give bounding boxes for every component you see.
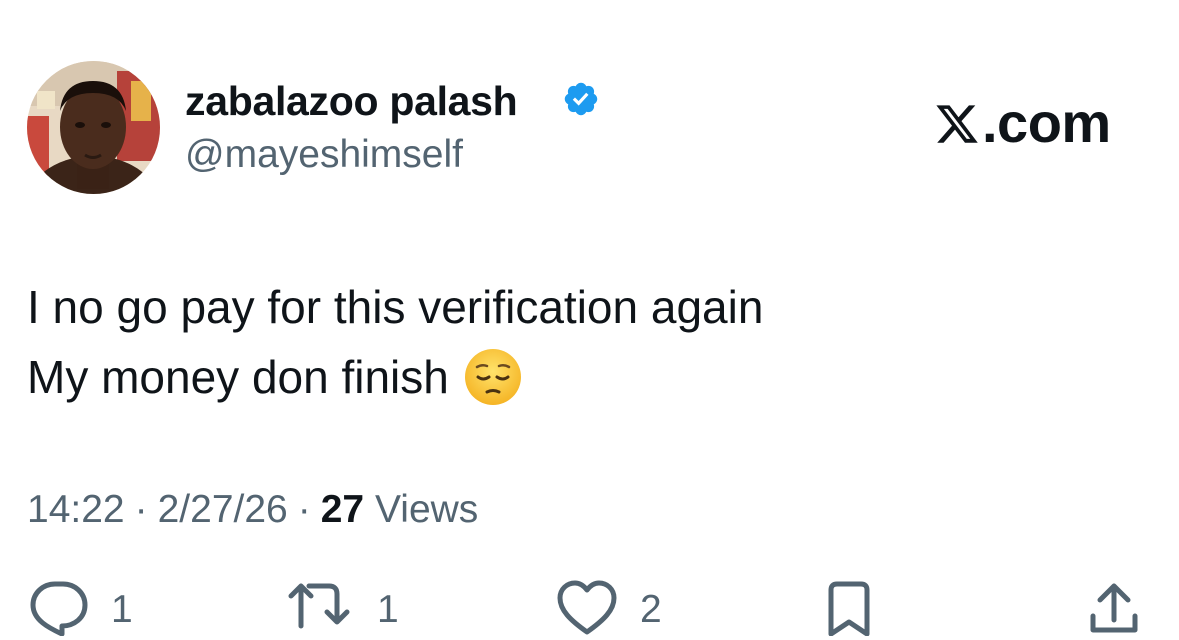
meta-separator: · [297,488,311,531]
heart-icon [556,580,618,636]
brand-logo: .com [934,90,1111,156]
tweet-line-1: I no go pay for this verification again [27,281,764,333]
author-handle[interactable]: @mayeshimself [185,131,463,179]
bookmark-icon [826,580,872,636]
views-label[interactable]: Views [375,488,478,531]
repost-count: 1 [377,588,399,631]
repost-button[interactable]: 1 [285,580,399,640]
tweet-meta: 14:22 · 2/27/26 · 27 Views [27,486,478,534]
meta-separator: · [134,488,148,531]
display-name[interactable]: zabalazoo palash [185,76,518,126]
tweet-time[interactable]: 14:22 [27,488,125,531]
like-count: 2 [640,588,662,631]
tweet-text: I no go pay for this verification again … [27,272,763,412]
x-logo-icon [934,96,980,144]
pensive-face-emoji [463,347,523,407]
views-count[interactable]: 27 [321,488,364,531]
bookmark-button[interactable] [826,580,872,640]
avatar-photo [27,61,160,194]
share-icon [1088,580,1140,636]
reply-button[interactable]: 1 [29,580,133,640]
share-button[interactable] [1088,580,1140,640]
tweet-date[interactable]: 2/27/26 [158,488,288,531]
like-button[interactable]: 2 [556,580,662,640]
tweet-line-2: My money don finish [27,342,763,412]
brand-domain-label: .com [982,91,1111,154]
repost-icon [285,580,355,636]
avatar[interactable] [27,61,160,194]
reply-icon [29,580,89,636]
verified-badge-icon[interactable] [562,80,600,118]
reply-count: 1 [111,588,133,631]
tweet-line-2-text: My money don finish [27,351,449,403]
tweet-actions-bar: 1 1 2 [0,580,1179,640]
